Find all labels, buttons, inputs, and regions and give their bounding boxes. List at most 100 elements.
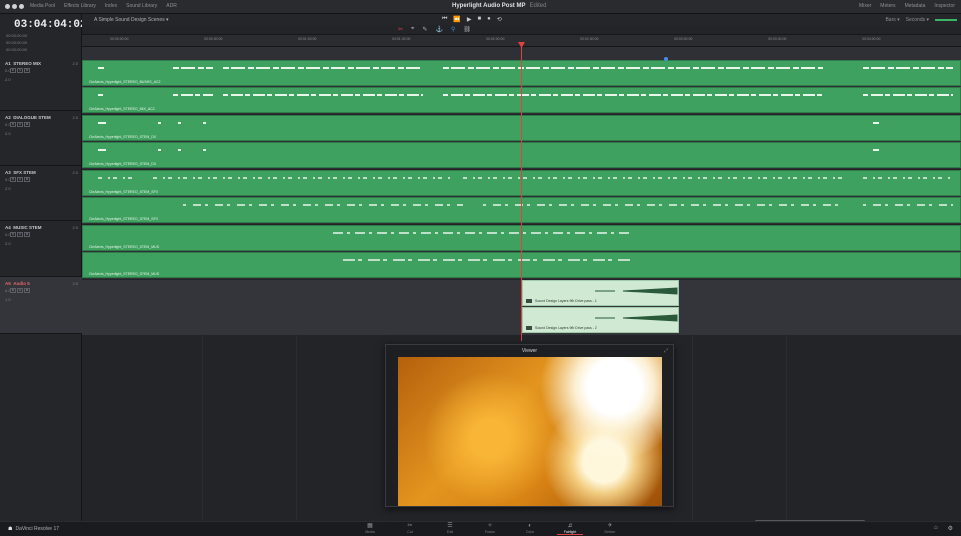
timecode-row: 00:00:00:00 [6,47,28,52]
track-header-panel: 03:04:04:02 00:00:00:00 00:00:00:00 00:0… [0,14,87,521]
record-icon[interactable]: ● [487,16,491,23]
pencil-icon[interactable]: ✎ [422,26,427,33]
timecode-row: 00:00:00:00 [6,33,28,38]
go-to-start-icon[interactable]: ⏮ [442,16,447,23]
solo-button[interactable]: S [17,232,23,237]
loop-icon[interactable]: ⟲ [497,16,502,23]
settings-icon[interactable]: ⚙ [948,525,953,532]
page-edit[interactable]: ☰ Edit [430,523,470,535]
index-button[interactable]: Index [105,3,117,9]
solo-button[interactable]: S [17,288,23,293]
mute-button[interactable]: M [24,288,30,293]
rewind-icon[interactable]: ⏪ [453,16,460,23]
metadata-button[interactable]: Metadata [905,3,926,9]
bars-dropdown[interactable]: Bars ▾ [885,17,899,23]
solo-button[interactable]: S [17,177,23,182]
media-page-icon: ▦ [367,523,373,529]
track-header-a2[interactable]: A2 DIALOGUE STEM 2.0 0.0 RSM 2.0 [0,111,82,166]
marker-icon[interactable]: ⚲ [451,26,455,33]
track-header-a3[interactable]: A3 SFX STEM 2.0 0.0 RSM 2.0 [0,166,82,221]
fairlight-page-icon: ♫ [567,523,573,529]
seconds-dropdown[interactable]: Seconds ▾ [906,17,929,23]
video-frame [398,357,662,506]
solo-button[interactable]: S [17,122,23,127]
ruler-tick: 00:01:00:00 [298,37,317,41]
timecode-row: 00:00:00:00 [6,40,28,45]
sound-library-button[interactable]: Sound Library [126,3,157,9]
meters-button[interactable]: Meters [880,3,895,9]
app-brand: ☗ DaVinci Resolve 17 [8,526,60,532]
track-name: MUSIC STEM [13,225,42,230]
mute-button[interactable]: M [24,122,30,127]
timeline-bar: A Simple Sound Design Scenes ▾ ⏮ ⏪ ▶ ■ ●… [82,14,961,25]
razor-icon[interactable]: ✂ [398,26,403,33]
track-name: DIALOGUE STEM [13,115,51,120]
page-fairlight[interactable]: ♫ Fairlight [550,523,590,535]
track-header-a4[interactable]: A4 MUSIC STEM 2.0 0.0 RSM 2.0 [0,221,82,277]
resolve-logo-icon: ☗ [8,526,13,532]
track-header-a5[interactable]: A5 Audio 5 2.0 0.0 RSM 1.0 [0,277,82,334]
page-deliver[interactable]: ✈ Deliver [590,523,630,535]
fusion-page-icon: ✧ [487,523,493,529]
output-meter [935,19,957,21]
mute-button[interactable]: M [24,177,30,182]
ruler-tick: 00:00:30:00 [204,37,223,41]
record-arm-button[interactable]: R [10,68,16,73]
ruler-tick: 00:01:30:00 [392,37,411,41]
ruler-tick: 00:00:00:00 [110,37,129,41]
play-icon[interactable]: ▶ [467,16,472,23]
sound-design-clip[interactable]: Sound Design Layers 9fb Drive pass - 2 [522,307,679,333]
stop-icon[interactable]: ■ [478,16,482,23]
track-name: SFX STEM [13,170,36,175]
page-color[interactable]: ◐ Color [510,523,550,535]
top-left-menu: Media Pool Effects Library Index Sound L… [30,3,177,9]
inspector-button[interactable]: Inspector [934,3,955,9]
track-name: Audio 5 [13,281,30,286]
timecode-display: 03:04:04:02 [14,19,87,31]
mixer-button[interactable]: Mixer [859,3,871,9]
link-icon[interactable]: ⛓ [463,26,471,33]
ruler-tick: 00:02:00:00 [486,37,505,41]
mute-button[interactable]: M [24,68,30,73]
edit-page-icon: ☰ [447,523,453,529]
effects-library-button[interactable]: Effects Library [64,3,96,9]
timeline-selector[interactable]: A Simple Sound Design Scenes ▾ [94,17,169,23]
waveform [595,314,678,322]
timeline-options: Bars ▾ Seconds ▾ [885,17,957,23]
color-page-icon: ◐ [528,523,532,529]
adr-button[interactable]: ADR [166,3,177,9]
ruler-tick: 00:04:00:00 [862,37,881,41]
timeline-marker[interactable] [664,57,668,61]
waveform [595,287,678,295]
transport-controls: ⏮ ⏪ ▶ ■ ● ⟲ [442,16,502,23]
top-bar: Media Pool Effects Library Index Sound L… [0,0,961,14]
snap-icon[interactable]: ⚓ [435,26,442,33]
ruler-tick: 00:03:00:00 [674,37,693,41]
page-cut[interactable]: ✂ Cut [390,523,430,535]
page-navigation-bar: ☗ DaVinci Resolve 17 ▦ Media ✂ Cut ☰ Edit ✧ F… [0,521,961,536]
record-arm-button[interactable]: R [10,232,16,237]
clip-badge [526,299,532,303]
project-title: Hyperlight Audio Post MP Edited [452,3,547,9]
viewer-window[interactable]: Viewer ⤢ [385,344,674,507]
close-icon[interactable]: ⤢ [664,348,668,354]
record-arm-button[interactable]: R [10,288,16,293]
top-right-menu: Mixer Meters Metadata Inspector [859,3,955,9]
ruler-tick: 00:03:30:00 [768,37,787,41]
playhead[interactable] [521,43,522,341]
solo-button[interactable]: S [17,68,23,73]
selection-icon[interactable]: ⌖ [411,26,414,33]
record-arm-button[interactable]: R [10,177,16,182]
window-controls[interactable] [5,4,24,9]
mute-button[interactable]: M [24,232,30,237]
home-icon[interactable]: ⌂ [934,525,938,532]
page-fusion[interactable]: ✧ Fusion [470,523,510,535]
media-pool-button[interactable]: Media Pool [30,3,55,9]
page-media[interactable]: ▦ Media [350,523,390,535]
track-name: STEREO MIX [13,61,42,66]
track-header-a1[interactable]: A1 STEREO MIX 2.0 0.0 RSM 2.0 [0,57,82,111]
record-arm-button[interactable]: R [10,122,16,127]
ruler-tick: 00:02:30:00 [580,37,599,41]
clip-badge [526,326,532,330]
sound-design-clip[interactable]: Sound Design Layers 9fb Drive pass - 1 [522,280,679,306]
